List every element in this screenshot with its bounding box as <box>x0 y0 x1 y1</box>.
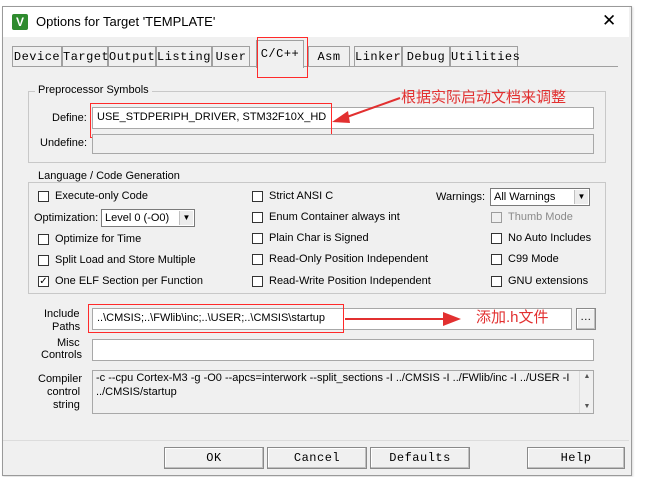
optimization-label: Optimization: <box>34 212 99 224</box>
undefine-label: Undefine: <box>40 137 88 149</box>
preprocessor-group-title: Preprocessor Symbols <box>35 84 152 96</box>
split-load-checkbox[interactable] <box>38 255 49 266</box>
gnu-extensions-label: GNU extensions <box>508 275 589 287</box>
annotation-define-note: 根据实际启动文档来调整 <box>401 89 567 106</box>
warnings-value: All Warnings <box>494 191 556 203</box>
plain-char-label: Plain Char is Signed <box>269 232 369 244</box>
one-elf-checkbox[interactable]: ✓ <box>38 276 49 287</box>
tab-strip-border <box>12 66 618 67</box>
footer-divider <box>3 440 629 441</box>
misc-controls-label-line1: Misc <box>57 337 80 349</box>
compiler-label-line2: control <box>47 386 81 398</box>
thumb-mode-checkbox <box>491 212 502 223</box>
tab-listing[interactable]: Listing <box>156 46 212 66</box>
chevron-down-icon: ▼ <box>179 211 193 225</box>
gnu-extensions-checkbox[interactable] <box>491 276 502 287</box>
tab-output[interactable]: Output <box>108 46 156 66</box>
scroll-up-icon[interactable]: ▲ <box>580 371 593 383</box>
c99-mode-label: C99 Mode <box>508 253 559 265</box>
ok-button[interactable]: OK <box>164 447 264 469</box>
strict-ansi-label: Strict ANSI C <box>269 190 334 202</box>
enum-container-checkbox[interactable] <box>252 212 263 223</box>
undefine-input[interactable] <box>92 134 594 154</box>
no-auto-includes-checkbox[interactable] <box>491 233 502 244</box>
ro-position-label: Read-Only Position Independent <box>269 253 428 265</box>
tab-user[interactable]: User <box>212 46 250 66</box>
chevron-down-icon: ▼ <box>574 190 588 204</box>
optimize-time-label: Optimize for Time <box>55 233 142 245</box>
annotation-arrow-define <box>332 97 401 123</box>
highlight-box-include <box>88 304 344 333</box>
optimization-value: Level 0 (-O0) <box>105 212 170 224</box>
optimize-time-checkbox[interactable] <box>38 234 49 245</box>
execute-only-checkbox[interactable] <box>38 191 49 202</box>
optimization-select[interactable]: Level 0 (-O0) ▼ <box>101 209 195 227</box>
execute-only-label: Execute-only Code <box>55 190 148 202</box>
ro-position-checkbox[interactable] <box>252 254 263 265</box>
define-label: Define: <box>52 112 87 124</box>
rw-position-label: Read-Write Position Independent <box>269 275 431 287</box>
thumb-mode-label: Thumb Mode <box>508 211 573 223</box>
warnings-label: Warnings: <box>436 191 486 203</box>
close-icon[interactable]: ✕ <box>602 12 616 30</box>
tab-asm[interactable]: Asm <box>308 46 350 66</box>
compiler-label-line3: string <box>53 399 80 411</box>
keil-app-icon: V <box>12 14 28 30</box>
cancel-button[interactable]: Cancel <box>267 447 367 469</box>
include-paths-label-line1: Include <box>44 308 80 320</box>
tab-debug[interactable]: Debug <box>402 46 450 66</box>
tab-utilities[interactable]: Utilities <box>450 46 520 66</box>
language-group-title: Language / Code Generation <box>35 170 183 182</box>
misc-controls-label-line2: Controls <box>41 349 82 361</box>
scroll-down-icon[interactable]: ▼ <box>580 401 593 413</box>
tab-linker[interactable]: Linker <box>354 46 402 66</box>
window-title: Options for Target 'TEMPLATE' <box>36 14 216 29</box>
c99-mode-checkbox[interactable] <box>491 254 502 265</box>
one-elf-label: One ELF Section per Function <box>55 275 203 287</box>
tab-device[interactable]: Device <box>12 46 62 66</box>
help-button[interactable]: Help <box>527 447 625 469</box>
compiler-line2: ../CMSIS/startup <box>96 386 177 398</box>
compiler-line1: -c --cpu Cortex-M3 -g -O0 --apcs=interwo… <box>96 372 570 384</box>
compiler-scrollbar[interactable]: ▲ ▼ <box>579 371 593 413</box>
annotation-arrow-include <box>345 312 461 326</box>
strict-ansi-checkbox[interactable] <box>252 191 263 202</box>
defaults-button[interactable]: Defaults <box>370 447 470 469</box>
plain-char-checkbox[interactable] <box>252 233 263 244</box>
include-browse-button[interactable]: ... <box>576 308 596 330</box>
highlight-box-tab <box>257 37 308 78</box>
warnings-select[interactable]: All Warnings ▼ <box>490 188 590 206</box>
enum-container-label: Enum Container always int <box>269 211 400 223</box>
annotation-include-note: 添加.h文件 <box>476 309 549 326</box>
include-paths-label-line2: Paths <box>52 321 81 333</box>
compiler-control-string[interactable]: -c --cpu Cortex-M3 -g -O0 --apcs=interwo… <box>92 370 594 414</box>
no-auto-includes-label: No Auto Includes <box>508 232 592 244</box>
misc-controls-input[interactable] <box>92 339 594 361</box>
rw-position-checkbox[interactable] <box>252 276 263 287</box>
split-load-label: Split Load and Store Multiple <box>55 254 196 266</box>
tab-target[interactable]: Target <box>62 46 109 66</box>
compiler-label-line1: Compiler <box>38 373 83 385</box>
highlight-box-define <box>90 103 332 138</box>
